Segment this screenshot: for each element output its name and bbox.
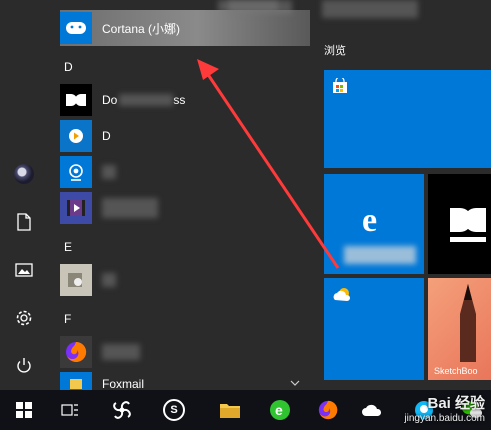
folder-icon <box>220 404 240 418</box>
taskbar-app-fan[interactable] <box>102 390 142 430</box>
taskbar-app-sogou[interactable]: S <box>154 390 194 430</box>
watermark-url: jingyan.baidu.com <box>404 413 485 424</box>
taskbar-app-browser[interactable]: e <box>260 390 300 430</box>
watermark: Bai 经验 jingyan.baidu.com <box>404 392 485 424</box>
taskbar-app-cloud[interactable] <box>352 390 392 430</box>
watermark-logo: Bai 经验 <box>427 395 485 412</box>
task-view-icon <box>61 404 78 416</box>
firefox-icon <box>318 400 338 420</box>
windows-icon <box>16 402 32 418</box>
start-button[interactable] <box>4 390 44 430</box>
taskbar-app-explorer[interactable] <box>210 390 250 430</box>
cloud-icon <box>362 404 382 416</box>
svg-text:e: e <box>275 402 283 418</box>
task-view-button[interactable] <box>50 390 90 430</box>
taskbar-app-firefox[interactable] <box>308 390 348 430</box>
fan-icon <box>113 401 131 419</box>
annotation-arrow <box>197 59 340 269</box>
sogou-icon: S <box>163 399 185 421</box>
browser-icon: e <box>270 400 290 420</box>
